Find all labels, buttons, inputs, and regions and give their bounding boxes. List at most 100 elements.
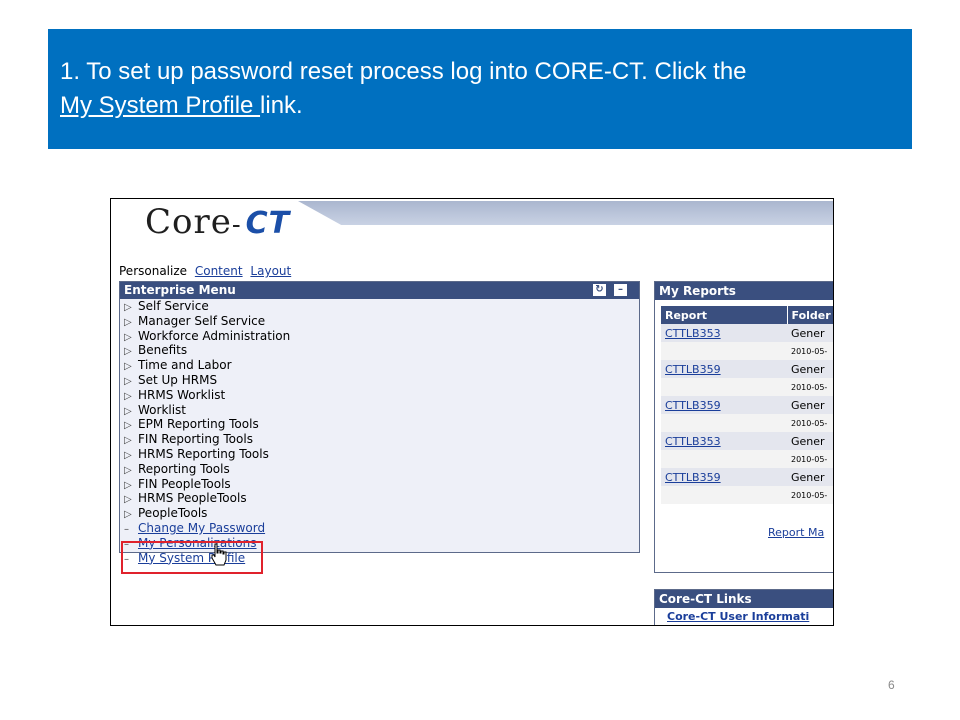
expand-triangle-icon: ▷ (124, 361, 132, 373)
page-number: 6 (888, 678, 895, 692)
my-reports-panel: My Reports Report Folder CTTLB353 Gener 20… (654, 281, 833, 573)
menu-folder-item[interactable]: ▷ Worklist (124, 402, 639, 419)
menu-item-label: Worklist (138, 402, 187, 417)
dash-icon: – (124, 523, 129, 535)
report-date: 2010-05- (787, 342, 833, 360)
menu-item-label: FIN PeopleTools (138, 476, 231, 491)
column-header-report: Report (661, 306, 788, 324)
menu-item-label: Set Up HRMS (138, 372, 218, 387)
expand-triangle-icon: ▷ (124, 346, 132, 358)
table-row-date: 2010-05- (661, 378, 833, 396)
menu-link-item[interactable]: – Change My Password (124, 520, 639, 537)
report-date: 2010-05- (787, 378, 833, 396)
report-link[interactable]: CTTLB353 (661, 432, 787, 450)
table-row: CTTLB359 Gener (661, 396, 833, 414)
refresh-icon[interactable]: ↻ (593, 284, 606, 296)
instruction-banner: 1. To set up password reset process log … (48, 29, 912, 149)
personalize-label: Personalize (119, 264, 188, 278)
portal-screenshot: Core- CT Personalize Content Layout Enter… (110, 198, 834, 626)
report-link[interactable]: CTTLB359 (661, 396, 787, 414)
table-row-date: 2010-05- (661, 342, 833, 360)
menu-item-label: Change My Password (138, 520, 266, 535)
report-link[interactable]: CTTLB353 (661, 324, 787, 342)
menu-folder-item[interactable]: ▷ Reporting Tools (124, 461, 639, 478)
menu-folder-item[interactable]: ▷ HRMS PeopleTools (124, 491, 639, 507)
core-ct-logo[interactable]: Core- CT (145, 202, 294, 242)
menu-folder-item[interactable]: ▷ FIN PeopleTools (124, 476, 639, 493)
menu-folder-item[interactable]: ▷ PeopleTools (124, 506, 639, 522)
table-row: CTTLB353 Gener (661, 324, 833, 342)
content-link[interactable]: Content (195, 264, 243, 278)
my-reports-title: My Reports (655, 282, 833, 300)
report-date: 2010-05- (787, 450, 833, 468)
menu-folder-item[interactable]: ▷ FIN Reporting Tools (124, 432, 639, 448)
header-bar (298, 201, 833, 225)
instruction-suffix: link. (260, 92, 303, 119)
instruction-text: 1. To set up password reset process log … (60, 58, 747, 85)
report-folder: Gener (787, 468, 833, 486)
expand-triangle-icon: ▷ (124, 449, 132, 461)
expand-triangle-icon: ▷ (124, 390, 132, 402)
menu-item-label: Benefits (138, 343, 188, 358)
menu-folder-item[interactable]: ▷ HRMS Worklist (124, 387, 639, 404)
report-manager-link[interactable]: Report Ma (768, 526, 824, 539)
personalize-bar: Personalize Content Layout (119, 264, 291, 278)
menu-folder-item[interactable]: ▷ Workforce Administration (124, 328, 639, 345)
report-folder: Gener (787, 360, 833, 378)
report-link[interactable]: CTTLB359 (661, 468, 787, 486)
menu-item-label: HRMS Reporting Tools (138, 446, 269, 461)
expand-triangle-icon: ▷ (124, 479, 132, 491)
expand-triangle-icon: ▷ (124, 302, 132, 313)
report-folder: Gener (787, 432, 833, 450)
minimize-icon[interactable]: – (614, 284, 627, 296)
table-row-date: 2010-05- (661, 486, 833, 504)
core-ct-links-panel: Core-CT Links Core-CT User Informati (654, 589, 833, 625)
menu-folder-item[interactable]: ▷ EPM Reporting Tools (124, 417, 639, 433)
menu-item-label: EPM Reporting Tools (138, 417, 259, 432)
menu-item-label: Time and Labor (138, 358, 232, 373)
report-date: 2010-05- (787, 486, 833, 504)
menu-item-label: PeopleTools (138, 506, 208, 521)
menu-item-label: Manager Self Service (138, 313, 266, 328)
menu-item-label: FIN Reporting Tools (138, 432, 253, 447)
enterprise-menu-list: ▷ Self Service ▷ Manager Self Service ▷ Workf… (120, 299, 639, 566)
user-information-link[interactable]: Core-CT User Informati (655, 608, 833, 625)
core-ct-links-title: Core-CT Links (655, 590, 833, 608)
expand-triangle-icon: ▷ (124, 375, 132, 387)
portal-header: Core- CT (113, 200, 833, 260)
instruction-link-text: My System Profile (60, 92, 261, 119)
report-folder: Gener (787, 324, 833, 342)
menu-folder-item[interactable]: ▷ Self Service (124, 299, 639, 315)
report-folder: Gener (787, 396, 833, 414)
menu-item-label: HRMS PeopleTools (138, 491, 247, 506)
report-date: 2010-05- (787, 414, 833, 432)
expand-triangle-icon: ▷ (124, 316, 132, 328)
highlight-box (121, 541, 263, 574)
expand-triangle-icon: ▷ (124, 494, 132, 506)
expand-triangle-icon: ▷ (124, 509, 132, 521)
menu-item-label: HRMS Worklist (138, 387, 226, 402)
table-row-date: 2010-05- (661, 414, 833, 432)
table-row: CTTLB353 Gener (661, 432, 833, 450)
expand-triangle-icon: ▷ (124, 405, 132, 417)
menu-item-label: Self Service (138, 299, 209, 313)
menu-item-label: Reporting Tools (138, 461, 230, 476)
enterprise-menu-header: Enterprise Menu ↻ – (120, 282, 639, 299)
menu-folder-item[interactable]: ▷ Set Up HRMS (124, 372, 639, 389)
table-row: CTTLB359 Gener (661, 360, 833, 378)
hand-cursor-icon (211, 543, 227, 566)
column-header-folder: Folder (787, 306, 833, 324)
table-row-date: 2010-05- (661, 450, 833, 468)
menu-folder-item[interactable]: ▷ Benefits (124, 343, 639, 359)
expand-triangle-icon: ▷ (124, 464, 132, 476)
layout-link[interactable]: Layout (250, 264, 291, 278)
menu-folder-item[interactable]: ▷ HRMS Reporting Tools (124, 446, 639, 463)
table-row: CTTLB359 Gener (661, 468, 833, 486)
menu-folder-item[interactable]: ▷ Manager Self Service (124, 313, 639, 330)
reports-table: Report Folder CTTLB353 Gener 2010-05- CTTLB… (661, 306, 833, 504)
menu-folder-item[interactable]: ▷ Time and Labor (124, 358, 639, 374)
expand-triangle-icon: ▷ (124, 435, 132, 447)
menu-item-label: Workforce Administration (138, 328, 291, 343)
expand-triangle-icon: ▷ (124, 420, 132, 432)
report-link[interactable]: CTTLB359 (661, 360, 787, 378)
